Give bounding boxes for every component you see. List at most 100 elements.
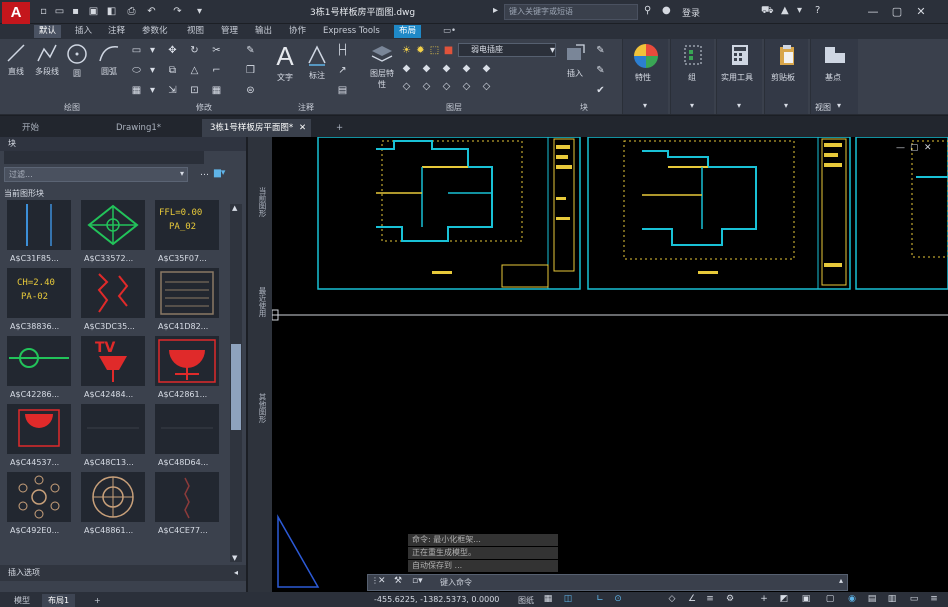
ellipse-icon[interactable]: ⬭	[130, 65, 143, 76]
customization-menu-icon[interactable]: ≡	[928, 594, 940, 605]
undo-icon[interactable]: ↶	[146, 6, 157, 17]
create-block-icon[interactable]: ✎	[594, 45, 607, 56]
block-item[interactable]: TV A$C42484...	[78, 336, 148, 402]
layer-dropdown-chevron-icon[interactable]: ▾	[546, 45, 559, 56]
new-file-icon[interactable]: ▫	[38, 6, 49, 17]
block-item[interactable]: FFL=0.00 PA_02 A$C35F07...	[152, 200, 222, 266]
leader-icon[interactable]: ↗	[336, 65, 349, 76]
hardware-acceleration-icon[interactable]: ▣	[800, 594, 812, 605]
tab-output[interactable]: 输出	[250, 25, 277, 38]
line-tool-button[interactable]: 直线	[4, 43, 28, 77]
help-icon[interactable]: ?	[815, 5, 820, 17]
filter-dropdown-icon[interactable]: ▾	[180, 169, 184, 178]
add-layout-icon[interactable]: +	[88, 594, 107, 607]
tab-parametric[interactable]: 参数化	[137, 25, 173, 38]
palette-scrollbar[interactable]: ▲ ▼	[230, 204, 242, 562]
recent-commands-icon[interactable]: ▫▾	[412, 576, 423, 586]
dimension-tool-button[interactable]: 标注	[304, 43, 330, 81]
isolate-icon[interactable]: ◩	[778, 594, 790, 605]
side-tab-other-drawings[interactable]: 其他图形	[252, 393, 268, 423]
scroll-up-icon[interactable]: ▲	[232, 204, 237, 212]
open-folder-icon[interactable]: ▭	[54, 6, 65, 17]
block-item[interactable]: A$C48D64...	[152, 404, 222, 470]
copy-icon[interactable]: ⧉	[166, 65, 179, 76]
stretch-icon[interactable]: ⇲	[166, 85, 179, 96]
offset-icon[interactable]: ⊜	[244, 85, 257, 96]
dropdown-icon[interactable]: ▾	[784, 101, 788, 110]
block-item[interactable]: CH=2.40 PA-02 A$C38836...	[4, 268, 74, 334]
viewport-close-icon[interactable]: ✕	[924, 143, 932, 153]
rotate-icon[interactable]: ↻	[188, 45, 201, 56]
explode-icon[interactable]: ❒	[244, 65, 257, 76]
search-expand-icon[interactable]: ▸	[493, 5, 498, 17]
edit-block-icon[interactable]: ✎	[594, 65, 607, 76]
save-as-icon[interactable]: ▣	[88, 6, 99, 17]
layer-tool-icon[interactable]: ◇	[420, 81, 433, 92]
layer-tool-icon[interactable]: ◆	[480, 63, 493, 74]
block-item[interactable]: A$C33572...	[78, 200, 148, 266]
maximize-button[interactable]: ▢	[888, 4, 906, 20]
user-icon[interactable]: ●	[662, 5, 671, 17]
block-item[interactable]: A$C42286...	[4, 336, 74, 402]
block-item[interactable]: A$C3DC35...	[78, 268, 148, 334]
layer-thaw-icon[interactable]: ✹	[414, 45, 427, 56]
dropdown-icon[interactable]: ▾	[146, 45, 159, 56]
side-tab-recent[interactable]: 最近使用	[252, 287, 268, 317]
block-item[interactable]: A$C48861...	[78, 472, 148, 538]
cart-icon[interactable]: ⛟	[761, 5, 774, 17]
settings-gear-icon[interactable]: ⚙	[724, 594, 736, 605]
view-mode-icon[interactable]: ▆▾	[214, 168, 225, 178]
polyline-tool-button[interactable]: 多段线	[30, 43, 64, 77]
block-item[interactable]: A$C31F85...	[4, 200, 74, 266]
minimize-button[interactable]: —	[864, 4, 882, 20]
dropdown-icon[interactable]: ▾	[146, 65, 159, 76]
scroll-down-icon[interactable]: ▼	[232, 554, 237, 562]
tab-annotate[interactable]: 注释	[103, 25, 130, 38]
block-group-label[interactable]: 块	[580, 102, 588, 113]
redo-icon[interactable]: ↷	[172, 6, 183, 17]
tab-insert[interactable]: 插入	[70, 25, 97, 38]
dropdown-icon[interactable]: ▾	[146, 85, 159, 96]
base-panel[interactable]: 基点 视图 ▾	[810, 39, 858, 114]
polar-icon[interactable]: ⊙	[612, 594, 624, 605]
save-icon[interactable]: ▪	[70, 6, 81, 17]
more-options-icon[interactable]: …	[200, 168, 209, 178]
trim-icon[interactable]: ✂	[210, 45, 223, 56]
block-item[interactable]: A$C4CE77...	[152, 472, 222, 538]
hatch-icon[interactable]: ▦	[130, 85, 143, 96]
tab-collaborate[interactable]: 协作	[284, 25, 311, 38]
annotation-group-label[interactable]: 注释	[298, 102, 314, 113]
scale-icon[interactable]: ⊡	[188, 85, 201, 96]
new-tab-icon[interactable]: +	[328, 119, 351, 137]
viewport-minimize-icon[interactable]: —	[896, 143, 905, 153]
tab-view[interactable]: 视图	[182, 25, 209, 38]
layers-group-label[interactable]: 图层	[446, 102, 462, 113]
layer-tool-icon[interactable]: ◆	[440, 63, 453, 74]
side-tab-current-drawing[interactable]: 当前图形	[252, 187, 268, 217]
edit-attributes-icon[interactable]: ✔	[594, 85, 607, 96]
osnap-icon[interactable]: ◇	[666, 594, 678, 605]
insert-options-bar[interactable]: 插入选项 ◂	[0, 565, 246, 581]
palette-scrollbar-thumb[interactable]	[231, 344, 241, 430]
fullscreen-icon[interactable]: ▭	[908, 594, 920, 605]
file-tab-drawing1[interactable]: Drawing1*	[108, 119, 169, 137]
close-icon[interactable]: ✕	[378, 576, 386, 586]
block-item[interactable]: A$C44537...	[4, 404, 74, 470]
search-icon[interactable]: ⚲	[644, 5, 651, 17]
insert-block-button[interactable]: 插入	[562, 43, 588, 79]
plus-icon[interactable]: +	[758, 594, 770, 605]
command-input[interactable]: 键入命令	[440, 576, 840, 589]
layer-tool-icon[interactable]: ◆	[420, 63, 433, 74]
move-icon[interactable]: ✥	[166, 45, 179, 56]
block-filter-input[interactable]: 过滤...	[4, 167, 188, 182]
layer-color-icon[interactable]: ■	[442, 45, 455, 56]
groups-panel[interactable]: 组 ▾	[670, 39, 714, 114]
block-item[interactable]: A$C41D82...	[152, 268, 222, 334]
dropdown-icon[interactable]: ▾	[690, 101, 694, 110]
tab-manage[interactable]: 管理	[216, 25, 243, 38]
ribbon-toggle-icon[interactable]: ▭•	[438, 25, 461, 38]
close-button[interactable]: ✕	[912, 4, 930, 20]
ortho-icon[interactable]: ∟	[594, 594, 606, 605]
text-tool-button[interactable]: A 文字	[272, 43, 298, 83]
rectangle-icon[interactable]: ▭	[130, 45, 143, 56]
